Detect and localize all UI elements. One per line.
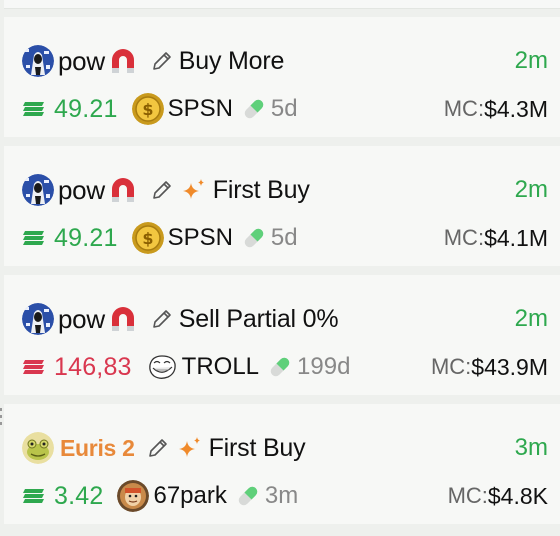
user-name[interactable]: Euris 2	[60, 435, 135, 462]
dark-pixel-avatar[interactable]	[22, 303, 54, 335]
token-symbol[interactable]: 67park	[153, 482, 226, 510]
market-cap-value: $43.9M	[471, 353, 548, 380]
market-cap-value: $4.3M	[484, 95, 548, 122]
trade-amount: 49.21	[54, 94, 118, 123]
magnet-icon	[111, 49, 134, 73]
pill-icon	[244, 228, 264, 248]
buy-bars-icon	[23, 231, 44, 245]
user-name[interactable]: pow	[58, 175, 105, 206]
sparkle-icon	[182, 179, 204, 199]
time-ago: 2m	[514, 176, 548, 203]
user-name[interactable]: pow	[58, 46, 105, 77]
buy-bars-icon	[23, 102, 44, 116]
trade-amount: 146,83	[54, 352, 132, 381]
dark-pixel-avatar[interactable]	[22, 174, 54, 206]
time-ago: 2m	[514, 47, 548, 74]
svg-text:$: $	[142, 229, 153, 248]
top-divider	[4, 0, 560, 9]
token-age: 3m	[264, 482, 299, 509]
trade-card[interactable]: Euris 2 First Buy 3m 3.42 67park 3m MC: …	[4, 404, 560, 524]
pill-icon	[238, 486, 258, 506]
market-cap-label: MC:	[443, 225, 485, 250]
buy-bars-icon	[23, 489, 44, 503]
time-ago: 3m	[514, 434, 548, 461]
trollface-icon[interactable]	[145, 351, 178, 383]
edit-pencil-icon[interactable]	[147, 437, 169, 459]
trade-amount: 49.21	[54, 223, 118, 252]
svg-text:$: $	[142, 100, 153, 119]
user-name[interactable]: pow	[58, 304, 105, 335]
trade-action: First Buy	[212, 175, 310, 204]
gold-dollar-coin-icon[interactable]: $	[131, 222, 164, 254]
trade-action: Buy More	[178, 46, 285, 75]
edit-pencil-icon[interactable]	[151, 308, 173, 330]
dark-pixel-avatar[interactable]	[22, 45, 54, 77]
sparkle-icon	[178, 437, 200, 457]
magnet-icon	[111, 307, 134, 331]
trade-feed: pow Buy More 2m 49.21 $ SPSN 5d MC: $4.3…	[0, 0, 560, 536]
trade-action: First Buy	[208, 433, 306, 462]
yellow-frog-avatar[interactable]	[22, 432, 54, 464]
market-cap-value: $4.1M	[484, 224, 548, 251]
market-cap-label: MC:	[443, 96, 485, 121]
trade-action: Sell Partial 0%	[178, 304, 339, 333]
park-character-icon[interactable]	[117, 480, 150, 512]
pill-icon	[270, 357, 290, 377]
pill-icon	[244, 99, 264, 119]
magnet-icon	[111, 178, 134, 202]
trade-card[interactable]: pow First Buy 2m 49.21 $ SPSN 5d MC: $4.…	[4, 146, 560, 266]
market-cap-label: MC:	[447, 483, 488, 508]
token-age: 5d	[270, 95, 298, 122]
edit-pencil-icon[interactable]	[151, 179, 173, 201]
scroll-edge-marker	[0, 408, 2, 425]
token-age: 5d	[270, 224, 298, 251]
sell-bars-icon	[23, 360, 44, 374]
token-age: 199d	[297, 353, 351, 380]
trade-card[interactable]: pow Buy More 2m 49.21 $ SPSN 5d MC: $4.3…	[4, 17, 560, 137]
edit-pencil-icon[interactable]	[151, 50, 173, 72]
market-cap-value: $4.8K	[487, 482, 548, 509]
gold-dollar-coin-icon[interactable]: $	[131, 93, 164, 125]
time-ago: 2m	[514, 305, 548, 332]
trade-amount: 3.42	[54, 481, 104, 510]
trade-card[interactable]: pow Sell Partial 0% 2m 146,83 TROLL 199d…	[4, 275, 560, 395]
token-symbol[interactable]: TROLL	[182, 353, 259, 381]
market-cap-label: MC:	[430, 354, 472, 379]
token-symbol[interactable]: SPSN	[168, 224, 233, 252]
token-symbol[interactable]: SPSN	[168, 95, 233, 123]
